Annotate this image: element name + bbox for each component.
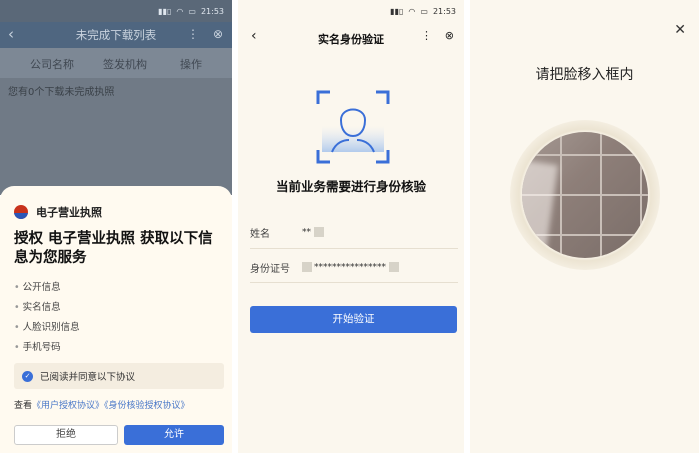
authorization-sheet: 电子营业执照 授权 电子营业执照 获取以下信息为您服务 公开信息 实名信息 人脸… [0, 186, 232, 453]
authorization-panel: ▮▮▯ ◠ ▭ 21:53 ‹ 未完成下载列表 ⋮ ⊗ 公司名称 签发机构 操作… [0, 0, 232, 453]
start-verification-button[interactable]: 开始验证 [250, 306, 457, 333]
user-agreement-link[interactable]: 《用户授权协议》 [32, 401, 104, 411]
permission-item: 实名信息 [14, 299, 61, 313]
battery-icon: ▭ [420, 6, 428, 16]
agreement-label: 已阅读并同意以下协议 [40, 372, 136, 383]
column-company-name: 公司名称 [30, 58, 74, 71]
agreement-links: 查看《用户授权协议》《身份核验授权协议》 [14, 398, 190, 411]
app-identity: 电子营业执照 [14, 204, 102, 220]
permission-item: 手机号码 [14, 339, 61, 353]
face-capture-title: 请把脸移入框内 [535, 67, 634, 83]
download-list-header: ‹ 未完成下载列表 ⋮ ⊗ [0, 22, 232, 48]
wifi-icon: ◠ [176, 6, 184, 16]
identity-verification-panel: ▮▮▯ ◠ ▭ 21:53 ‹ 实名身份验证 ⋮ ⊗ 当前业务需要进行身份核验 … [238, 0, 464, 453]
empty-list-text: 您有0个下载未完成执照 [8, 87, 115, 98]
camera-preview [522, 132, 648, 258]
verification-prompt: 当前业务需要进行身份核验 [275, 179, 426, 194]
permission-item: 公开信息 [14, 279, 61, 293]
allow-button[interactable]: 允许 [124, 425, 224, 445]
close-circle-icon[interactable]: ⊗ [213, 27, 223, 41]
permission-item: 人脸识别信息 [14, 319, 80, 333]
face-capture-panel: ✕ 请把脸移入框内 [470, 0, 699, 453]
signal-icon: ▮▮▯ [158, 6, 172, 16]
more-vertical-icon[interactable]: ⋮ [421, 29, 432, 42]
app-logo [14, 205, 28, 219]
id-number-value: **************** [302, 262, 399, 273]
links-prefix: 查看 [14, 401, 33, 411]
status-time: 21:53 [432, 6, 456, 16]
wifi-icon: ◠ [408, 6, 416, 16]
name-value: ** [302, 227, 324, 238]
id-number-label: 身份证号 [250, 264, 290, 275]
close-icon[interactable]: ✕ [674, 22, 686, 38]
name-label: 姓名 [250, 229, 270, 240]
table-header: 公司名称 签发机构 操作 [0, 48, 232, 78]
divider [250, 248, 458, 249]
status-bar: ▮▮▯ ◠ ▭ 21:53 [0, 0, 232, 22]
refuse-button[interactable]: 拒绝 [14, 425, 118, 445]
battery-icon: ▭ [188, 6, 196, 16]
verification-header: ‹ 实名身份验证 ⋮ ⊗ [238, 26, 464, 50]
status-time: 21:53 [200, 6, 224, 16]
face-scan-icon [316, 90, 390, 164]
authorization-heading: 授权 电子营业执照 获取以下信息为您服务 [14, 231, 213, 266]
column-action: 操作 [180, 58, 202, 71]
status-bar: ▮▮▯ ◠ ▭ 21:53 [238, 0, 464, 22]
check-icon: ✓ [22, 370, 33, 382]
column-issuer: 签发机构 [103, 58, 147, 71]
agreement-checkbox[interactable]: ✓ 已阅读并同意以下协议 [14, 363, 224, 389]
more-vertical-icon[interactable]: ⋮ [187, 27, 199, 41]
divider [250, 282, 458, 283]
app-name: 电子营业执照 [36, 206, 102, 219]
signal-icon: ▮▮▯ [390, 6, 404, 16]
identity-agreement-link[interactable]: 《身份核验授权协议》 [104, 401, 190, 411]
chevron-left-icon[interactable]: ‹ [8, 25, 14, 43]
close-circle-icon[interactable]: ⊗ [445, 29, 454, 42]
